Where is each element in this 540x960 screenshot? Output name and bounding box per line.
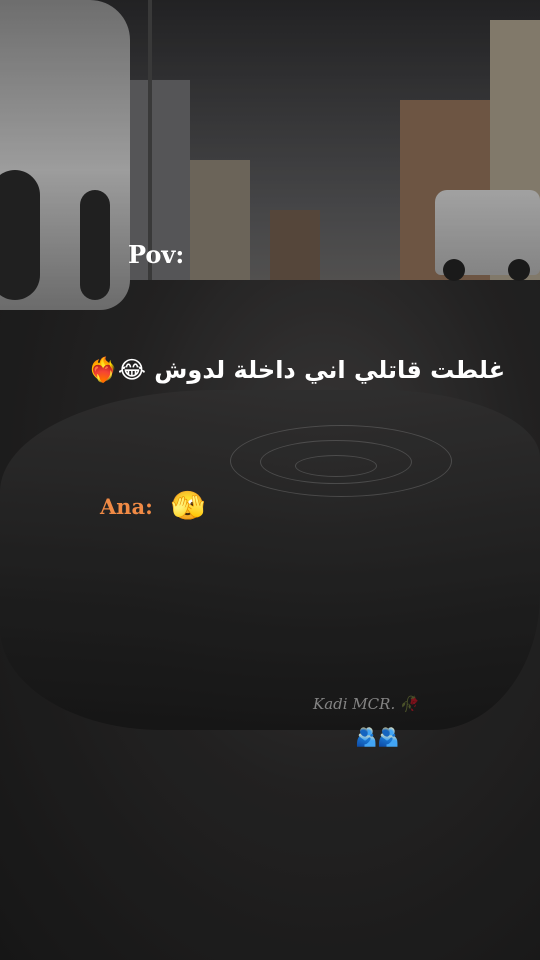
caption-arabic: غلطت قاتلي اني داخلة لدوش 😂❤️‍🔥 xyxy=(88,356,506,384)
peeking-face-icon: 🫣 xyxy=(170,489,206,522)
signature-text: Kadi MCR. xyxy=(313,695,396,713)
hug-emojis: 🫂🫂 xyxy=(355,727,400,748)
pov-label: Pov: xyxy=(128,240,185,269)
dark-overlay xyxy=(0,0,540,960)
ana-label: Ana: xyxy=(100,493,153,519)
rose-icon: 🥀 xyxy=(399,695,418,713)
ana-row: Ana: 🫣 xyxy=(100,492,206,520)
watermark-signature: Kadi MCR. 🥀 xyxy=(313,695,418,713)
street-background-photo xyxy=(0,0,540,960)
